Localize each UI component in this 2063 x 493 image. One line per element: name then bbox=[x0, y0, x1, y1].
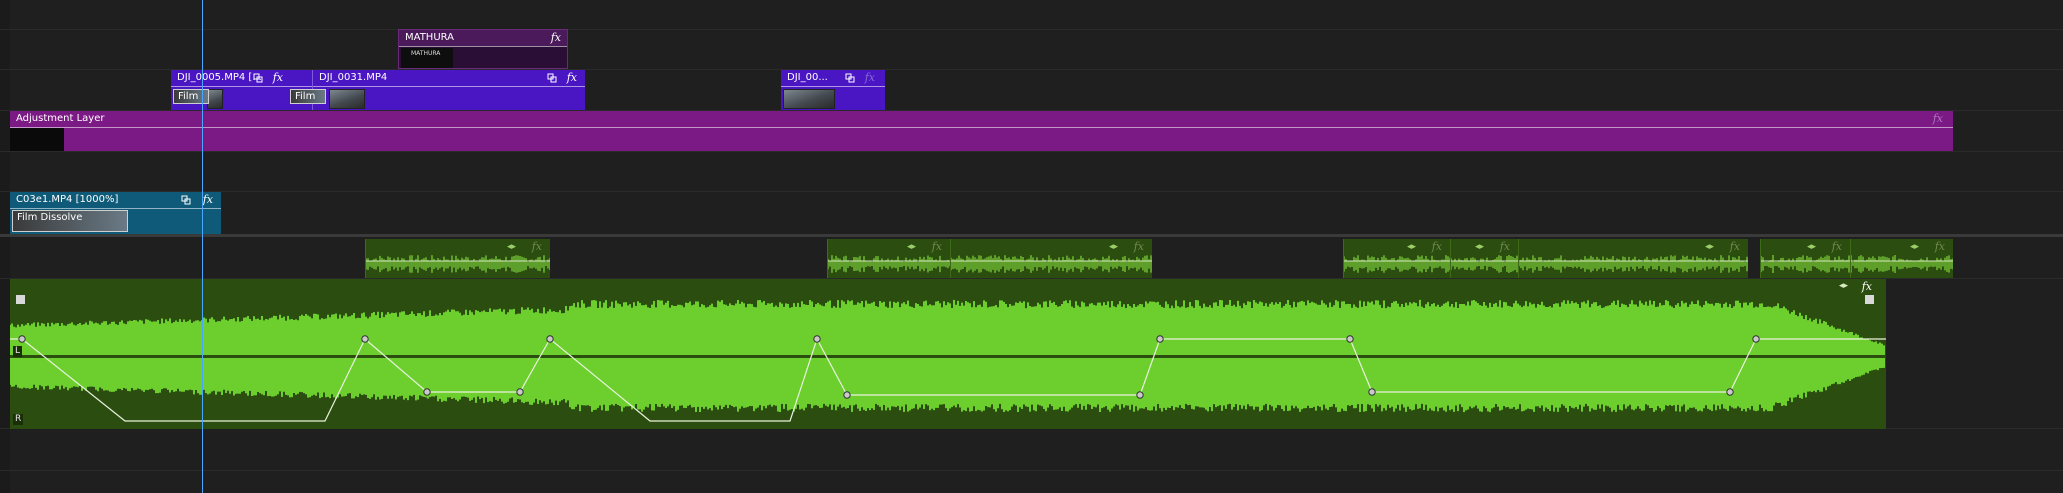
channel-label-right: R bbox=[13, 414, 24, 425]
volume-keyframe[interactable] bbox=[423, 388, 431, 396]
fx-badge-icon[interactable]: fx bbox=[1432, 239, 1442, 255]
fx-badge-icon[interactable]: fx bbox=[567, 70, 577, 86]
track-divider bbox=[0, 191, 2063, 192]
title-clip-mathura[interactable]: MATHURA fx MATHURA bbox=[398, 29, 568, 69]
audio-keyframe-icon: ◂▸ bbox=[506, 242, 516, 252]
transition-film-dissolve[interactable]: Film Dissolve bbox=[12, 210, 128, 232]
volume-keyframe[interactable] bbox=[546, 335, 554, 343]
audio-clip[interactable]: ◂▸ fx bbox=[1850, 239, 1953, 278]
clip-rule bbox=[171, 86, 291, 87]
channel-label-left: L bbox=[13, 346, 23, 357]
volume-keyframe[interactable] bbox=[843, 391, 851, 399]
video-clip-c03e1[interactable]: C03e1.MP4 [1000%] fx Film Dissolve bbox=[10, 192, 221, 234]
fx-badge-icon[interactable]: fx bbox=[1935, 239, 1945, 255]
fx-badge-icon[interactable]: fx bbox=[203, 192, 213, 208]
clip-rule bbox=[399, 46, 567, 47]
linked-clip-icon bbox=[253, 73, 263, 83]
audio-clip[interactable]: ◂▸ fx bbox=[1518, 239, 1748, 278]
adjustment-layer-clip[interactable]: Adjustment Layer fx bbox=[10, 111, 1953, 151]
linked-clip-icon bbox=[547, 73, 557, 83]
fx-badge-icon[interactable]: fx bbox=[273, 70, 283, 86]
fx-badge-icon[interactable]: fx bbox=[551, 30, 561, 46]
audio-keyframe-icon: ◂▸ bbox=[1806, 242, 1816, 252]
audio-keyframe-icon: ◂▸ bbox=[1838, 281, 1848, 291]
audio-keyframe-icon: ◂▸ bbox=[1474, 242, 1484, 252]
volume-keyframe[interactable] bbox=[1368, 388, 1376, 396]
audio-clip[interactable]: ◂▸ fx bbox=[827, 239, 950, 278]
volume-keyframe[interactable] bbox=[1752, 335, 1760, 343]
linked-clip-icon bbox=[845, 73, 855, 83]
fx-badge-icon[interactable]: fx bbox=[1500, 239, 1510, 255]
fx-badge-icon[interactable]: fx bbox=[1933, 111, 1943, 127]
audio-waveform bbox=[10, 299, 1886, 422]
timeline-panel: MATHURA fx MATHURA DJI_0005.MP4 [... fx … bbox=[0, 0, 2063, 493]
audio-clip[interactable]: ◂▸ fx bbox=[1760, 239, 1850, 278]
clip-rule bbox=[10, 127, 1953, 128]
audio-clip[interactable]: ◂▸ fx bbox=[1343, 239, 1450, 278]
volume-keyframe[interactable] bbox=[516, 388, 524, 396]
video-audio-divider bbox=[0, 234, 2063, 237]
clip-name: DJI_0031.MP4 bbox=[319, 72, 388, 83]
clip-rule bbox=[781, 86, 885, 87]
fx-badge-icon[interactable]: fx bbox=[1832, 239, 1842, 255]
audio-clip[interactable]: ◂▸ fx bbox=[1450, 239, 1518, 278]
volume-keyframe[interactable] bbox=[1136, 391, 1144, 399]
audio-keyframe-icon: ◂▸ bbox=[1909, 242, 1919, 252]
audio-keyframe-icon: ◂▸ bbox=[1406, 242, 1416, 252]
audio-clip-main[interactable]: L R ◂▸ fx bbox=[10, 279, 1886, 429]
clip-corner-icon bbox=[1865, 295, 1874, 304]
clip-name: Adjustment Layer bbox=[16, 113, 105, 124]
clip-thumbnail bbox=[783, 89, 835, 109]
fx-badge-icon[interactable]: fx bbox=[1862, 279, 1872, 295]
track-divider bbox=[0, 470, 2063, 471]
track-divider bbox=[0, 29, 2063, 30]
fx-badge-icon[interactable]: fx bbox=[532, 239, 542, 255]
volume-keyframe[interactable] bbox=[813, 335, 821, 343]
video-clip-dji-0005[interactable]: DJI_0005.MP4 [... fx Film bbox=[171, 70, 291, 110]
transition-film[interactable]: Film bbox=[173, 89, 209, 104]
audio-waveform bbox=[366, 255, 550, 273]
fx-badge-icon[interactable]: fx bbox=[1730, 239, 1740, 255]
clip-corner-icon bbox=[16, 295, 25, 304]
clip-thumbnail bbox=[207, 89, 223, 109]
audio-clip[interactable]: ◂▸ fx bbox=[365, 239, 550, 278]
clip-name: MATHURA bbox=[399, 30, 567, 46]
video-clip-dji-0031[interactable]: DJI_0031.MP4 fx bbox=[312, 70, 585, 110]
audio-keyframe-icon: ◂▸ bbox=[906, 242, 916, 252]
transition-film[interactable]: Film bbox=[290, 89, 326, 104]
title-thumbnail: MATHURA bbox=[401, 48, 453, 68]
fx-badge-icon[interactable]: fx bbox=[865, 70, 875, 86]
track-header-gutter bbox=[0, 0, 10, 493]
audio-keyframe-icon: ◂▸ bbox=[1704, 242, 1714, 252]
clip-rule bbox=[10, 208, 221, 209]
clip-thumbnail bbox=[329, 89, 365, 109]
volume-keyframe[interactable] bbox=[1346, 335, 1354, 343]
volume-keyframe[interactable] bbox=[18, 335, 26, 343]
fx-badge-icon[interactable]: fx bbox=[932, 239, 942, 255]
volume-keyframe[interactable] bbox=[1156, 335, 1164, 343]
audio-waveform bbox=[951, 255, 1152, 273]
volume-keyframe[interactable] bbox=[361, 335, 369, 343]
audio-clip[interactable]: ◂▸ fx bbox=[950, 239, 1152, 278]
track-divider bbox=[0, 151, 2063, 152]
audio-keyframe-icon: ◂▸ bbox=[1108, 242, 1118, 252]
volume-keyframe[interactable] bbox=[1726, 388, 1734, 396]
fx-badge-icon[interactable]: fx bbox=[1134, 239, 1144, 255]
clip-thumbnail bbox=[10, 128, 64, 151]
linked-clip-icon bbox=[181, 195, 191, 205]
video-clip-dji-00[interactable]: DJI_00... fx bbox=[781, 70, 885, 110]
clip-rule bbox=[313, 86, 585, 87]
playhead[interactable] bbox=[202, 0, 203, 493]
clip-rule bbox=[291, 86, 312, 87]
